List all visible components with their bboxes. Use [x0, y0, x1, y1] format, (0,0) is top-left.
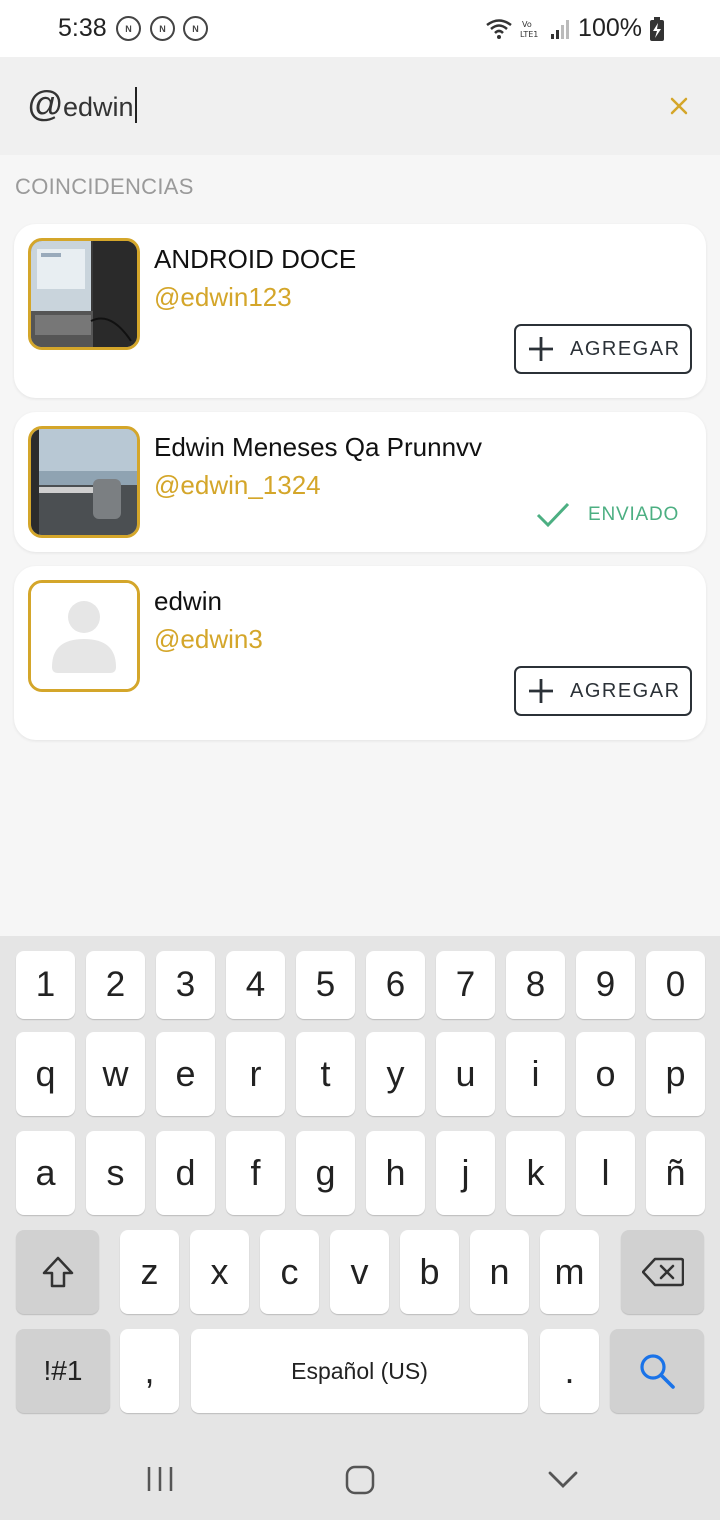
key[interactable]: p [646, 1032, 705, 1116]
key[interactable]: b [400, 1230, 459, 1314]
add-button-label: AGREGAR [570, 337, 681, 360]
backspace-key[interactable] [621, 1230, 704, 1314]
key[interactable]: n [470, 1230, 529, 1314]
default-user-icon [31, 583, 137, 689]
key[interactable]: ñ [646, 1131, 705, 1215]
search-bar: @ [0, 57, 720, 155]
key[interactable]: s [86, 1131, 145, 1215]
key[interactable]: 6 [366, 951, 425, 1019]
close-icon[interactable] [664, 91, 694, 121]
result-card[interactable]: Edwin Meneses Qa Prunnvv @edwin_1324 ENV… [14, 412, 706, 552]
plus-icon [529, 337, 553, 361]
recent-apps-icon[interactable] [145, 1465, 175, 1493]
key[interactable]: w [86, 1032, 145, 1116]
key[interactable]: c [260, 1230, 319, 1314]
notification-icon: N [116, 16, 141, 41]
volte-icon: Vo LTE1 [520, 20, 538, 39]
result-handle: @edwin_1324 [154, 470, 321, 500]
status-bar: 5:38 N N N Vo LTE1 100% [0, 0, 720, 57]
symbols-key[interactable]: !#1 [16, 1329, 110, 1413]
backspace-icon [641, 1257, 684, 1287]
avatar [28, 426, 140, 538]
notification-icon: N [150, 16, 175, 41]
svg-text:Vo: Vo [522, 20, 532, 29]
check-icon [536, 502, 570, 528]
key[interactable]: 1 [16, 951, 75, 1019]
plus-icon [529, 679, 553, 703]
period-key[interactable]: . [540, 1329, 599, 1413]
key[interactable]: y [366, 1032, 425, 1116]
key[interactable]: o [576, 1032, 635, 1116]
result-name: ANDROID DOCE [154, 244, 357, 274]
avatar-photo [31, 429, 137, 535]
search-icon [640, 1354, 675, 1389]
sent-label: ENVIADO [588, 504, 680, 525]
avatar [28, 238, 140, 350]
key[interactable]: 7 [436, 951, 495, 1019]
key[interactable]: j [436, 1131, 495, 1215]
key[interactable]: 3 [156, 951, 215, 1019]
comma-key[interactable]: , [120, 1329, 179, 1413]
search-key[interactable] [610, 1329, 704, 1413]
key[interactable]: v [330, 1230, 389, 1314]
avatar [28, 580, 140, 692]
key[interactable]: g [296, 1131, 355, 1215]
avatar-photo [31, 241, 137, 347]
key[interactable]: u [436, 1032, 495, 1116]
add-button[interactable]: AGREGAR [514, 324, 692, 374]
wifi-icon [486, 18, 512, 39]
at-icon: @ [27, 83, 64, 124]
search-input[interactable] [63, 87, 623, 127]
add-button-label: AGREGAR [570, 679, 681, 702]
key[interactable]: z [120, 1230, 179, 1314]
text-caret [135, 87, 137, 123]
add-button[interactable]: AGREGAR [514, 666, 692, 716]
key[interactable]: r [226, 1032, 285, 1116]
space-key[interactable]: Español (US) [191, 1329, 528, 1413]
key[interactable]: 8 [506, 951, 565, 1019]
result-name: Edwin Meneses Qa Prunnvv [154, 432, 483, 462]
key[interactable]: i [506, 1032, 565, 1116]
result-handle: @edwin3 [154, 624, 263, 654]
key[interactable]: a [16, 1131, 75, 1215]
key[interactable]: f [226, 1131, 285, 1215]
key[interactable]: l [576, 1131, 635, 1215]
status-time: 5:38 [58, 14, 107, 42]
key[interactable]: 9 [576, 951, 635, 1019]
home-icon[interactable] [344, 1464, 376, 1496]
key[interactable]: m [540, 1230, 599, 1314]
navigation-bar [0, 1432, 720, 1520]
result-handle: @edwin123 [154, 282, 292, 312]
key[interactable]: 2 [86, 951, 145, 1019]
back-icon[interactable] [547, 1470, 579, 1490]
key[interactable]: 5 [296, 951, 355, 1019]
key[interactable]: k [506, 1131, 565, 1215]
notification-icon: N [183, 16, 208, 41]
key[interactable]: t [296, 1032, 355, 1116]
key[interactable]: q [16, 1032, 75, 1116]
key[interactable]: 0 [646, 951, 705, 1019]
key[interactable]: d [156, 1131, 215, 1215]
signal-icon [551, 19, 570, 39]
section-label: COINCIDENCIAS [15, 174, 194, 199]
key[interactable]: e [156, 1032, 215, 1116]
key[interactable]: x [190, 1230, 249, 1314]
svg-text:LTE1: LTE1 [520, 30, 538, 39]
key[interactable]: h [366, 1131, 425, 1215]
shift-key[interactable] [16, 1230, 99, 1314]
sent-status: ENVIADO [536, 502, 679, 528]
result-card[interactable]: edwin @edwin3 AGREGAR [14, 566, 706, 740]
result-card[interactable]: ANDROID DOCE @edwin123 AGREGAR [14, 224, 706, 398]
key[interactable]: 4 [226, 951, 285, 1019]
shift-icon [42, 1256, 73, 1288]
battery-charging-icon [650, 16, 664, 41]
battery-level: 100% [578, 14, 642, 42]
result-name: edwin [154, 586, 222, 616]
